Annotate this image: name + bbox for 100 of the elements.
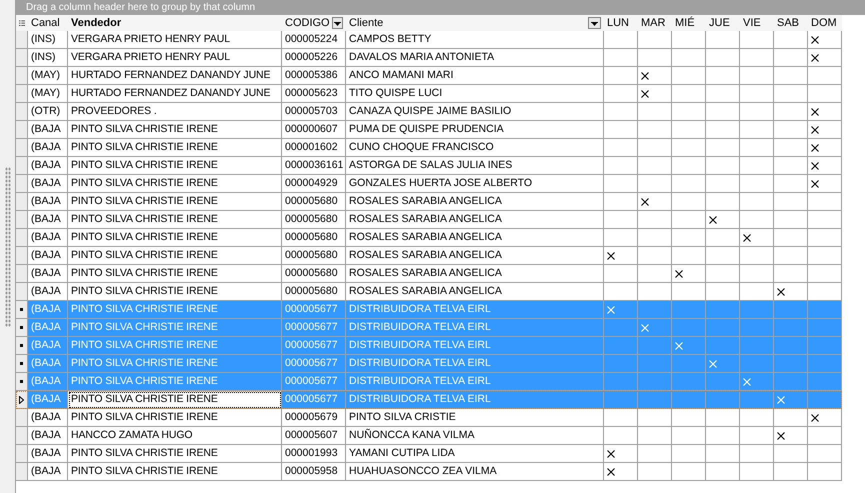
table-cell: (BAJA (28, 193, 68, 211)
cross-mark-icon (743, 378, 751, 386)
table-cell: HURTADO FERNANDEZ DANANDY JUNE (68, 67, 282, 85)
table-cell: PINTO SILVA CHRISTIE IRENE (68, 229, 282, 247)
table-row[interactable]: (BAJA HANCCO ZAMATA HUGO 000005607 NUÑONCCA KANA VILMA (16, 427, 842, 445)
cross-mark-icon (709, 360, 717, 368)
table-cell: PINTO SILVA CHRISTIE IRENE (68, 139, 282, 157)
filter-dropdown-button[interactable] (588, 17, 601, 29)
table-row[interactable]: (BAJA PINTO SILVA CHRISTIE IRENE 0000036161 ASTORGA DE SALAS JULIA INES (16, 157, 842, 175)
column-header[interactable]: JUE (706, 15, 740, 31)
caret-icon (334, 21, 341, 26)
table-row[interactable]: (BAJA PINTO SILVA CHRISTIE IRENE 000001993 YAMANI CUTIPA LIDA (16, 445, 842, 463)
table-cell: 000005226 (282, 49, 346, 67)
column-header[interactable]: LUN (604, 15, 638, 31)
grip-handle[interactable] (4, 166, 10, 326)
column-header[interactable]: MIÉ (672, 15, 706, 31)
table-row[interactable]: (BAJA PINTO SILVA CHRISTIE IRENE 000005680 ROSALES SARABIA ANGELICA (16, 193, 842, 211)
row-indicator[interactable] (16, 391, 28, 409)
table-row[interactable]: (BAJA PINTO SILVA CHRISTIE IRENE 000005680 ROSALES SARABIA ANGELICA (16, 247, 842, 265)
table-row[interactable]: (BAJA PINTO SILVA CHRISTIE IRENE 000005679 PINTO SILVA CRISTIE (16, 409, 842, 427)
cross-mark-icon (641, 90, 649, 98)
table-cell: (BAJA (28, 247, 68, 265)
row-indicator[interactable] (16, 319, 28, 337)
table-row[interactable]: (INS) VERGARA PRIETO HENRY PAUL 000005226 DAVALOS MARIA ANTONIETA (16, 49, 842, 67)
cross-mark-icon (811, 180, 819, 188)
table-cell: (INS) (28, 49, 68, 67)
table-cell: VERGARA PRIETO HENRY PAUL (68, 49, 282, 67)
table-cell: 000005703 (282, 103, 346, 121)
table-cell: (BAJA (28, 427, 68, 445)
table-cell: 000005680 (282, 193, 346, 211)
cross-mark-icon (675, 342, 683, 350)
table-cell: VERGARA PRIETO HENRY PAUL (68, 31, 282, 49)
cross-mark-icon (607, 450, 615, 458)
table-cell: (BAJA (28, 157, 68, 175)
column-header[interactable]: MAR (638, 15, 672, 31)
table-cell: PINTO SILVA CHRISTIE IRENE (68, 409, 282, 427)
table-cell: GONZALES HUERTA JOSE ALBERTO (346, 175, 604, 193)
table-cell: (BAJA (28, 463, 68, 481)
table-cell: YAMANI CUTIPA LIDA (346, 445, 604, 463)
table-cell: PINTO SILVA CHRISTIE IRENE (68, 463, 282, 481)
column-chooser-icon[interactable] (19, 18, 25, 28)
table-row[interactable]: (BAJA PINTO SILVA CHRISTIE IRENE 000005680 ROSALES SARABIA ANGELICA (16, 229, 842, 247)
table-cell: ROSALES SARABIA ANGELICA (346, 193, 604, 211)
table-row[interactable]: (MAY) HURTADO FERNANDEZ DANANDY JUNE 000005623 TITO QUISPE LUCI (16, 85, 842, 103)
table-row[interactable]: (BAJA PINTO SILVA CHRISTIE IRENE 000004929 GONZALES HUERTA JOSE ALBERTO (16, 175, 842, 193)
cross-mark-icon (777, 432, 785, 440)
column-header[interactable]: Vendedor (68, 15, 282, 31)
filter-dropdown-button[interactable] (332, 17, 343, 29)
column-header[interactable]: Cliente (346, 15, 604, 31)
table-cell: 000005224 (282, 31, 346, 49)
cross-mark-icon (811, 144, 819, 152)
table-row[interactable]: (BAJA PINTO SILVA CHRISTIE IRENE 000001602 CUNO CHOQUE FRANCISCO (16, 139, 842, 157)
cross-mark-icon (811, 108, 819, 116)
row-indicator[interactable] (16, 373, 28, 391)
table-cell: PUMA DE QUISPE PRUDENCIA (346, 121, 604, 139)
table-cell: DAVALOS MARIA ANTONIETA (346, 49, 604, 67)
cross-mark-icon (641, 72, 649, 80)
column-header[interactable]: SAB (774, 15, 808, 31)
table-cell: NUÑONCCA KANA VILMA (346, 427, 604, 445)
column-header[interactable]: Canal (28, 15, 68, 31)
table-cell: 000005677 (282, 391, 346, 409)
table-row[interactable]: (MAY) HURTADO FERNANDEZ DANANDY JUNE 000005386 ANCO MAMANI MARI (16, 67, 842, 85)
caret-icon (591, 21, 598, 26)
table-cell: TITO QUISPE LUCI (346, 85, 604, 103)
table-cell: 000005680 (282, 247, 346, 265)
column-header[interactable]: DOM (808, 15, 842, 31)
table-cell: (BAJA (28, 229, 68, 247)
table-cell: 0000036161 (282, 157, 346, 175)
table-row[interactable]: (INS) VERGARA PRIETO HENRY PAUL 000005224 CAMPOS BETTY (16, 31, 842, 49)
row-indicator[interactable] (16, 337, 28, 355)
table-cell: PINTO SILVA CHRISTIE IRENE (68, 265, 282, 283)
cross-mark-icon (811, 54, 819, 62)
column-header[interactable]: VIE (740, 15, 774, 31)
table-cell: 000005386 (282, 67, 346, 85)
table-cell: ASTORGA DE SALAS JULIA INES (346, 157, 604, 175)
table-cell: DISTRIBUIDORA TELVA EIRL (346, 391, 604, 409)
cross-mark-icon (675, 270, 683, 278)
row-indicator[interactable] (16, 355, 28, 373)
table-cell: CUNO CHOQUE FRANCISCO (346, 139, 604, 157)
table-cell: (BAJA (28, 409, 68, 427)
table-cell: (BAJA (28, 445, 68, 463)
row-indicator[interactable] (16, 301, 28, 319)
cross-mark-icon (743, 234, 751, 242)
table-row[interactable]: (BAJA PINTO SILVA CHRISTIE IRENE 000005958 HUAHUASONCCO ZEA VILMA (16, 463, 842, 481)
table-cell: 000001993 (282, 445, 346, 463)
table-cell: (OTR) (28, 103, 68, 121)
table-row[interactable]: (BAJA PINTO SILVA CHRISTIE IRENE 000000607 PUMA DE QUISPE PRUDENCIA (16, 121, 842, 139)
table-row[interactable]: (BAJA PINTO SILVA CHRISTIE IRENE 000005680 ROSALES SARABIA ANGELICA (16, 265, 842, 283)
table-cell: 000005680 (282, 265, 346, 283)
table-cell: 000005623 (282, 85, 346, 103)
cross-mark-icon (811, 126, 819, 134)
table-cell: PINTO SILVA CRISTIE (346, 409, 604, 427)
table-row[interactable]: (OTR) PROVEEDORES . 000005703 CANAZA QUISPE JAIME BASILIO (16, 103, 842, 121)
column-header[interactable]: CODIGO (282, 15, 346, 31)
table-row[interactable]: (BAJA PINTO SILVA CHRISTIE IRENE 000005677 DISTRIBUIDORA TELVA EIRL (16, 391, 842, 409)
table-cell: (MAY) (28, 67, 68, 85)
cross-mark-icon (641, 198, 649, 206)
table-cell: (BAJA (28, 265, 68, 283)
table-row[interactable]: (BAJA PINTO SILVA CHRISTIE IRENE 000005680 ROSALES SARABIA ANGELICA (16, 211, 842, 229)
table-cell: 000005958 (282, 463, 346, 481)
